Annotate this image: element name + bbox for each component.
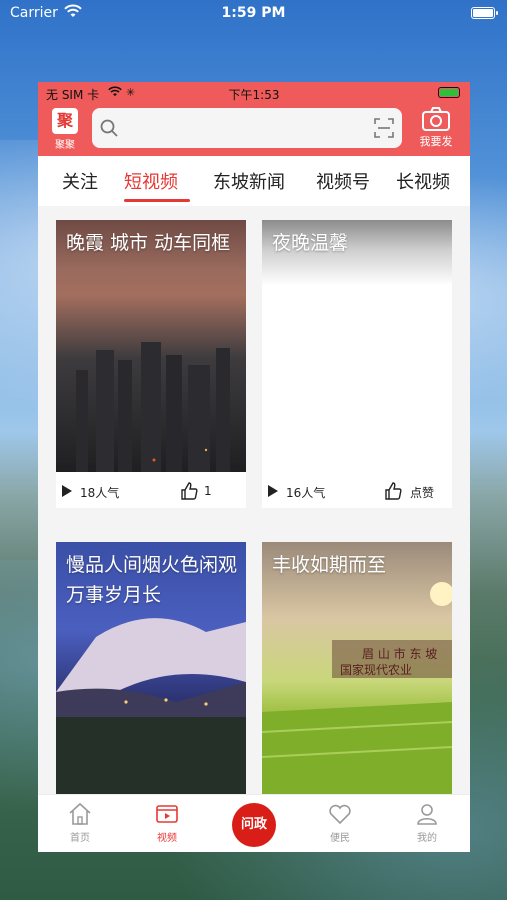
play-icon xyxy=(268,485,278,497)
search-input[interactable] xyxy=(126,116,366,140)
nav-video-label: 视频 xyxy=(157,833,177,844)
publish-button[interactable]: 我要发 xyxy=(414,106,458,149)
tab-video-channel[interactable]: 视频号 xyxy=(316,168,370,194)
nav-convenience[interactable]: 便民 xyxy=(310,801,370,844)
heart-icon xyxy=(329,804,351,825)
thumbs-up-icon[interactable] xyxy=(180,482,198,500)
view-count: 16人气 xyxy=(286,486,326,500)
like-count: 1 xyxy=(204,484,212,498)
nav-home[interactable]: 首页 xyxy=(50,801,110,844)
video-card[interactable]: 眉 山 市 东 坡 国家现代农业 丰收如期而至 xyxy=(262,542,452,794)
scan-icon[interactable] xyxy=(374,118,394,138)
tab-long-video[interactable]: 长视频 xyxy=(396,168,450,194)
nav-mine-label: 我的 xyxy=(417,833,437,844)
nav-home-label: 首页 xyxy=(70,833,90,844)
video-meta: 18人气 1 xyxy=(56,472,246,508)
like-label: 点赞 xyxy=(410,486,435,500)
camera-icon xyxy=(422,107,450,131)
bottom-navigation: 首页 视频 问政 便民 我的 xyxy=(38,794,470,852)
video-card[interactable]: 晚霞 城市 动车同框 18人气 1 xyxy=(56,220,246,508)
home-icon xyxy=(69,802,91,825)
app-status-bar: 无 SIM 卡 ✳ 下午1:53 xyxy=(38,82,470,104)
nav-mine[interactable]: 我的 xyxy=(397,801,457,844)
sign-text-1: 眉 山 市 东 坡 xyxy=(362,646,437,661)
play-icon xyxy=(62,485,72,497)
tab-follow[interactable]: 关注 xyxy=(62,168,98,194)
thumbs-up-icon[interactable] xyxy=(384,482,402,500)
tab-dongpo-news[interactable]: 东坡新闻 xyxy=(213,168,285,194)
publish-label: 我要发 xyxy=(419,135,453,148)
video-title: 夜晚温馨 xyxy=(272,232,349,254)
video-meta: 16人气 点赞 xyxy=(262,472,452,508)
app-logo[interactable]: 聚 聚聚 xyxy=(50,108,80,151)
active-tab-indicator xyxy=(124,199,190,202)
app-time: 下午1:53 xyxy=(228,88,280,102)
tab-short-video[interactable]: 短视频 xyxy=(124,168,178,194)
sign-text-2: 国家现代农业 xyxy=(340,662,412,677)
battery-icon xyxy=(471,7,498,19)
nav-video[interactable]: 视频 xyxy=(137,801,197,844)
nav-wenzheng-button[interactable]: 问政 xyxy=(232,803,276,847)
logo-icon: 聚 xyxy=(52,108,78,134)
search-bar[interactable] xyxy=(92,108,402,148)
user-icon xyxy=(417,804,437,825)
category-tabs: 关注 短视频 东坡新闻 视频号 长视频 xyxy=(38,156,470,206)
ios-status-bar: Carrier 1:59 PM xyxy=(0,0,507,28)
video-icon xyxy=(156,805,178,823)
ios-time: 1:59 PM xyxy=(221,5,286,21)
nav-convenience-label: 便民 xyxy=(330,833,350,844)
app-window: 无 SIM 卡 ✳ 下午1:53 聚 聚聚 我要发 关注 短视频 东坡新闻 视频… xyxy=(38,82,470,852)
video-title: 慢品人间烟火色闲观万事岁月长 xyxy=(66,554,238,606)
logo-label: 聚聚 xyxy=(55,140,75,151)
search-icon xyxy=(100,119,118,137)
video-card[interactable]: 夜晚温馨 16人气 点赞 xyxy=(262,220,452,508)
view-count: 18人气 xyxy=(80,486,120,500)
battery-icon xyxy=(438,87,460,98)
app-header: 无 SIM 卡 ✳ 下午1:53 聚 聚聚 我要发 xyxy=(38,82,470,156)
video-card[interactable]: 慢品人间烟火色闲观万事岁月长 xyxy=(56,542,246,794)
video-title: 晚霞 城市 动车同框 xyxy=(66,232,231,254)
video-title: 丰收如期而至 xyxy=(272,554,387,576)
